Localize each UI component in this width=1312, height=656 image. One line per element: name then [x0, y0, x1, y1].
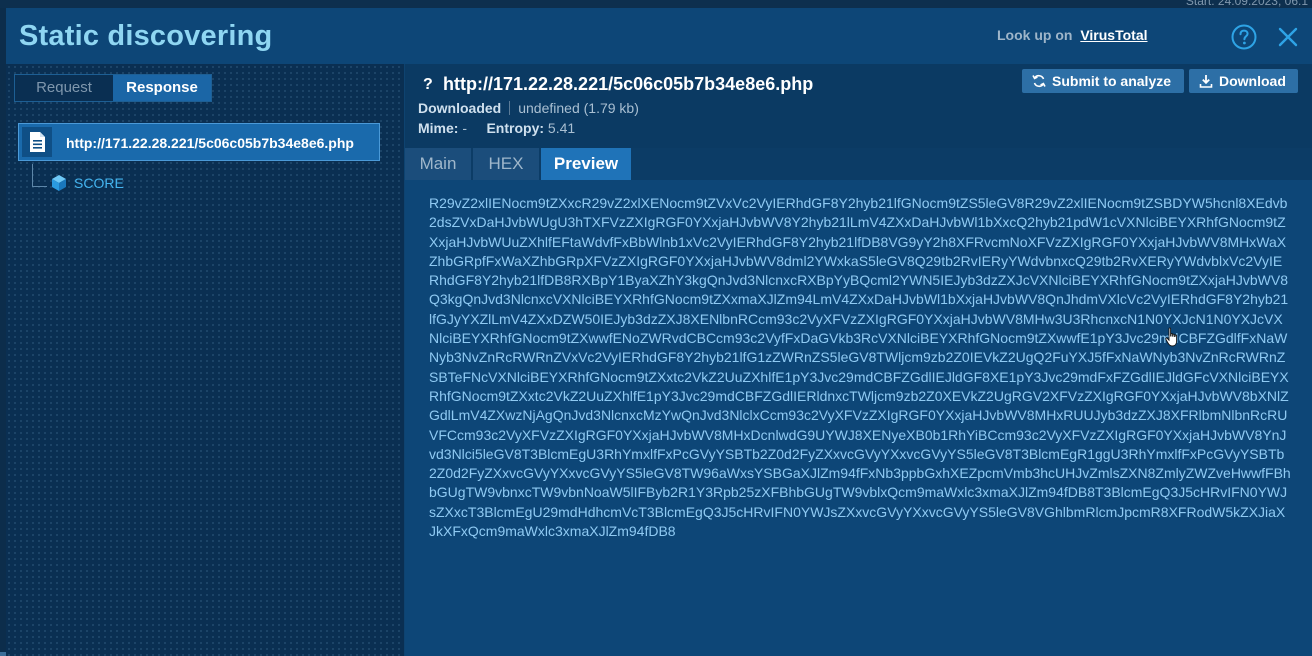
modal-title: Static discovering — [19, 20, 273, 52]
meta-divider — [509, 101, 511, 115]
preview-pane: R29vZ2xlIENocm9tZXxcR29vZ2xlXENocm9tZVxV… — [405, 180, 1312, 656]
tree-connector — [32, 164, 47, 187]
download-button[interactable]: Download — [1189, 69, 1298, 93]
tree-item-label: http://171.22.28.221/5c06c05b7b34e8e6.ph… — [66, 135, 354, 151]
tab-response[interactable]: Response — [113, 75, 211, 101]
background-window-strip: Start: 24.09.2023, 06:1 — [0, 0, 1312, 8]
tab-preview[interactable]: Preview — [541, 148, 631, 180]
static-discovering-modal: Static discovering Look up on VirusTotal… — [6, 8, 1312, 656]
file-download-info: Downloaded undefined (1.79 kb) — [418, 100, 639, 116]
tab-main[interactable]: Main — [405, 148, 471, 180]
entropy-label: Entropy: — [486, 120, 545, 136]
view-tabs: Main HEX Preview — [405, 148, 1312, 180]
submit-label: Submit to analyze — [1052, 73, 1172, 89]
download-icon — [1199, 75, 1213, 88]
hand-cursor-icon — [1165, 327, 1178, 347]
file-meta: Mime: - Entropy: 5.41 — [418, 120, 575, 136]
virustotal-lookup: Look up on VirusTotal — [997, 27, 1148, 43]
response-tree-panel: Request Response http://171.22.28.221/5c… — [6, 64, 405, 656]
mime-label: Mime: — [418, 120, 459, 136]
tree-item-score[interactable]: SCORE — [74, 175, 124, 191]
modal-header: Static discovering Look up on VirusTotal — [6, 8, 1312, 64]
tab-request[interactable]: Request — [15, 75, 113, 101]
tab-hex[interactable]: HEX — [473, 148, 539, 180]
entropy-value: 5.41 — [547, 120, 576, 136]
virustotal-link[interactable]: VirusTotal — [1080, 27, 1147, 43]
submit-to-analyze-button[interactable]: Submit to analyze — [1022, 69, 1184, 93]
file-icon — [22, 127, 52, 157]
tree-item-root-url[interactable]: http://171.22.28.221/5c06c05b7b34e8e6.ph… — [18, 123, 380, 161]
background-start-label: Start: 24.09.2023, 06:1 — [1185, 0, 1308, 8]
lookup-prefix: Look up on — [997, 27, 1073, 43]
mime-value: - — [462, 120, 468, 136]
unknown-type-icon: ? — [423, 76, 433, 93]
file-size: undefined (1.79 kb) — [518, 100, 639, 116]
preview-text: R29vZ2xlIENocm9tZXxcR29vZ2xlXENocm9tZVxV… — [429, 195, 1291, 540]
request-response-toggle: Request Response — [14, 74, 212, 102]
close-icon[interactable] — [1277, 26, 1299, 48]
download-label: Download — [1219, 73, 1286, 89]
help-icon[interactable] — [1231, 24, 1257, 50]
file-url-title: http://171.22.28.221/5c06c05b7b34e8e6.ph… — [443, 74, 814, 94]
refresh-icon — [1032, 74, 1046, 88]
file-details-panel: ? http://171.22.28.221/5c06c05b7b34e8e6.… — [405, 64, 1312, 656]
cube-icon — [52, 175, 66, 191]
download-status: Downloaded — [418, 100, 502, 116]
